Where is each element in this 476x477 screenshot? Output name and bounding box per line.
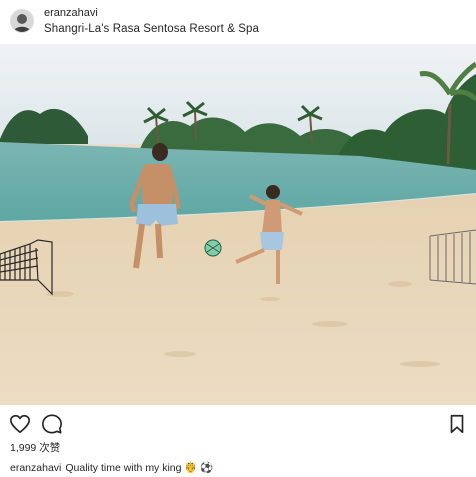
heart-icon[interactable] xyxy=(9,413,31,435)
post-location[interactable]: Shangri-La's Rasa Sentosa Resort & Spa xyxy=(44,22,259,36)
avatar-image xyxy=(11,10,33,32)
caption-text: Quality time with my king 🤴 ⚽ xyxy=(65,462,214,474)
comment-icon[interactable] xyxy=(41,413,63,435)
bookmark-icon[interactable] xyxy=(446,413,468,435)
post-actions: 1,999 次赞 eranzahavi Quality time with my … xyxy=(0,405,476,477)
beach-scene-image xyxy=(0,44,476,405)
post-username[interactable]: eranzahavi xyxy=(44,7,98,20)
post-header: eranzahavi Shangri-La's Rasa Sentosa Res… xyxy=(0,0,476,44)
likes-count[interactable]: 1,999 次赞 xyxy=(10,442,60,455)
avatar[interactable] xyxy=(10,9,34,33)
post-caption: eranzahavi Quality time with my king 🤴 ⚽ xyxy=(10,462,213,475)
caption-username[interactable]: eranzahavi xyxy=(10,462,61,474)
post-photo[interactable] xyxy=(0,44,476,405)
